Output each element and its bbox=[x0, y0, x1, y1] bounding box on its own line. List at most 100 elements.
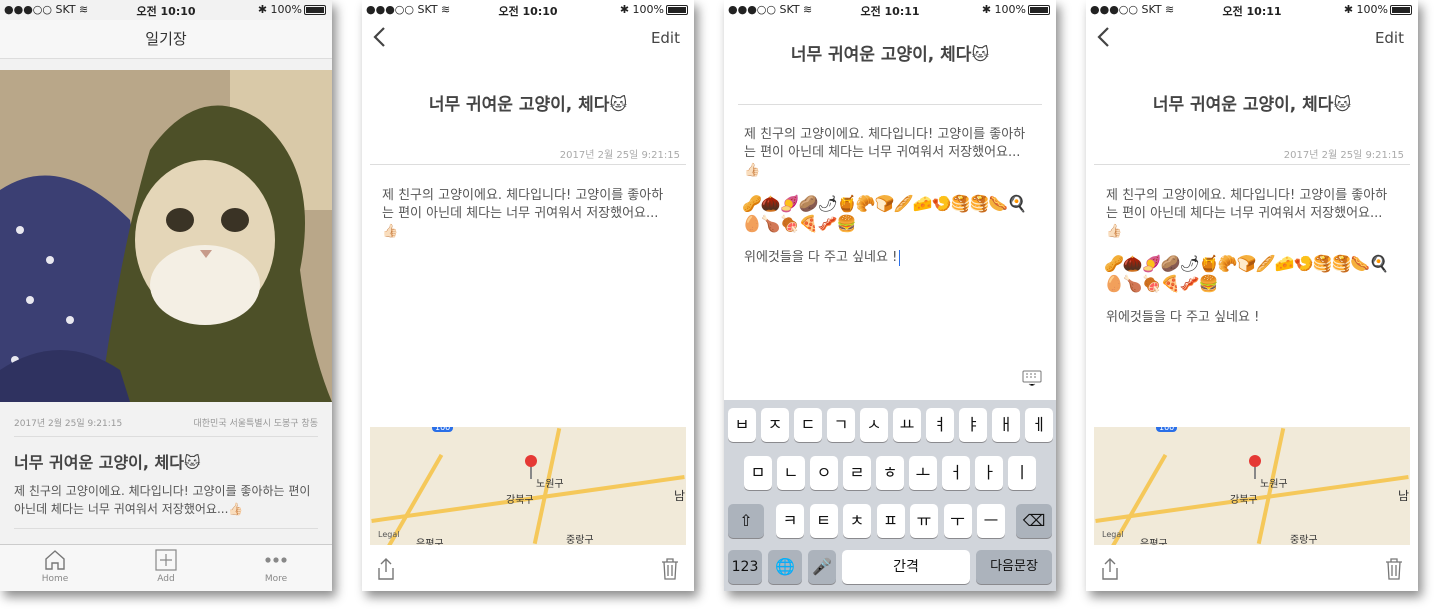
route-badge: 100 bbox=[432, 427, 454, 432]
entry-date: 2017년 2월 25일 9:21:15 bbox=[14, 419, 123, 429]
keyboard-key[interactable]: ㅌ bbox=[809, 504, 838, 538]
navigation-bar: 일기장 bbox=[0, 20, 332, 59]
keyboard-key[interactable]: ㄴ bbox=[777, 456, 805, 490]
keyboard-key[interactable]: ㅋ bbox=[776, 504, 804, 538]
extra-text-line[interactable]: 위에것들을 다 주고 싶네요 ! bbox=[744, 246, 901, 266]
space-key[interactable]: 간격 bbox=[842, 550, 970, 584]
keyboard-key[interactable]: ㅗ bbox=[909, 456, 937, 490]
bottom-toolbar bbox=[1086, 545, 1418, 591]
map-legal-link[interactable]: Legal bbox=[378, 530, 399, 539]
keyboard-key[interactable]: ㅁ bbox=[744, 456, 772, 490]
diary-list-screen: ●●●○○ SKT ≋ 오전 10:10 ✱ 100% 일기장 2017년 2월… bbox=[0, 0, 332, 591]
diary-detail-screen: ●●●○○ SKT ≋ 오전 10:10 ✱ 100% Edit 너무 귀여운 … bbox=[362, 0, 694, 591]
title-field[interactable]: 너무 귀여운 고양이, 체다🐱 bbox=[724, 40, 1056, 65]
keyboard-key[interactable]: ㅇ bbox=[810, 456, 838, 490]
entry-date: 2017년 2월 25일 9:21:15 bbox=[559, 150, 680, 161]
back-chevron-icon[interactable] bbox=[370, 24, 392, 50]
microphone-icon: 🎤 bbox=[812, 557, 832, 576]
entry-title: 너무 귀여운 고양이, 체다🐱 bbox=[1152, 95, 1352, 115]
status-bar: ●●●○○ SKT ≋ 오전 10:11 ✱ 100% bbox=[1086, 0, 1418, 20]
keyboard-key[interactable]: ㅏ bbox=[975, 456, 1003, 490]
keyboard-key[interactable]: ㅈ bbox=[761, 408, 789, 442]
backspace-key[interactable]: ⌫ bbox=[1016, 504, 1052, 538]
keyboard-key[interactable]: ㅠ bbox=[910, 504, 938, 538]
keyboard-key[interactable]: ㅊ bbox=[843, 504, 871, 538]
status-bar: ●●●○○ SKT ≋ 오전 10:11 ✱ 100% bbox=[724, 0, 1056, 20]
keyboard-key[interactable]: ㅑ bbox=[959, 408, 987, 442]
keyboard-key[interactable]: ㅂ bbox=[728, 408, 756, 442]
edit-button[interactable]: Edit bbox=[1375, 29, 1404, 47]
navigation-bar: Edit bbox=[362, 20, 694, 58]
navigation-bar: Edit bbox=[1086, 20, 1418, 58]
diary-saved-detail-screen: ●●●○○ SKT ≋ 오전 10:11 ✱ 100% Edit 너무 귀여운 … bbox=[1086, 0, 1418, 591]
status-bar: ●●●○○ SKT ≋ 오전 10:10 ✱ 100% bbox=[0, 0, 332, 20]
trash-icon[interactable] bbox=[660, 557, 680, 581]
keyboard-key[interactable]: ㅓ bbox=[942, 456, 970, 490]
entry-excerpt[interactable]: 제 친구의 고양이에요. 체다입니다! 고양이를 좋아하는 편이 아닌데 체다는… bbox=[14, 482, 314, 518]
share-icon[interactable] bbox=[376, 557, 396, 581]
tab-bar: Home Add More bbox=[0, 544, 332, 591]
numbers-key[interactable]: 123 bbox=[728, 550, 762, 584]
battery-icon bbox=[304, 5, 326, 15]
ellipsis-icon bbox=[265, 557, 287, 563]
keyboard-key[interactable]: ㅕ bbox=[926, 408, 954, 442]
keyboard-key[interactable]: ㄷ bbox=[794, 408, 822, 442]
globe-icon: 🌐 bbox=[775, 557, 795, 576]
keyboard-key[interactable]: ㅜ bbox=[943, 504, 972, 538]
korean-keyboard: ㅂㅈㄷㄱㅅㅛㅕㅑㅐㅔ ㅁㄴㅇㄹㅎㅗㅓㅏㅣ ⇧ ㅋㅌㅊㅍㅠㅜㅡ ⌫ 123 🌐 🎤… bbox=[724, 400, 1056, 591]
keyboard-key[interactable]: ㅡ bbox=[977, 504, 1005, 538]
extra-text-line: 위에것들을 다 주고 싶네요 ! bbox=[1106, 310, 1260, 325]
divider bbox=[370, 164, 686, 165]
shift-key[interactable]: ⇧ bbox=[728, 504, 764, 538]
keyboard-key[interactable]: ㅎ bbox=[876, 456, 904, 490]
status-bar: ●●●○○ SKT ≋ 오전 10:10 ✱ 100% bbox=[362, 0, 694, 20]
map-pin-icon[interactable] bbox=[525, 455, 537, 467]
map-pin-icon[interactable] bbox=[1249, 455, 1261, 467]
text-cursor bbox=[899, 249, 901, 266]
divider bbox=[738, 104, 1042, 105]
route-badge: 100 bbox=[1156, 427, 1178, 432]
divider bbox=[1094, 164, 1410, 165]
keyboard-key[interactable]: ㅍ bbox=[876, 504, 905, 538]
globe-key[interactable]: 🌐 bbox=[768, 550, 802, 584]
battery-icon bbox=[1028, 5, 1050, 15]
back-chevron-icon[interactable] bbox=[1094, 24, 1116, 50]
keyboard-key[interactable]: ㄹ bbox=[843, 456, 871, 490]
keyboard-key[interactable]: ㅔ bbox=[1025, 408, 1053, 442]
emoji-line: 🥜🌰🍠🥔🌶🍯🥐🍞🥖🧀🍤🥞🥞🌭🍳🥚🍗🍖🍕🥓🍔 bbox=[1104, 254, 1389, 293]
tab-add[interactable]: Add bbox=[136, 549, 196, 584]
microphone-key[interactable]: 🎤 bbox=[808, 550, 836, 584]
map-legal-link[interactable]: Legal bbox=[1102, 530, 1123, 539]
entry-photo[interactable] bbox=[0, 70, 332, 402]
trash-icon[interactable] bbox=[1384, 557, 1404, 581]
entry-body: 제 친구의 고양이에요. 체다입니다! 고양이를 좋아하는 편이 아닌데 체다는… bbox=[1106, 188, 1388, 239]
tab-home[interactable]: Home bbox=[25, 549, 85, 584]
body-text-area[interactable]: 제 친구의 고양이에요. 체다입니다! 고양이를 좋아하는 편이 아닌데 체다는… bbox=[744, 126, 1034, 180]
keyboard-key[interactable]: ㅣ bbox=[1008, 456, 1036, 490]
tab-more[interactable]: More bbox=[246, 549, 306, 584]
return-key[interactable]: 다음문장 bbox=[976, 550, 1052, 584]
plus-icon bbox=[155, 549, 177, 571]
keyboard-key[interactable]: ㅅ bbox=[860, 408, 888, 442]
share-icon[interactable] bbox=[1100, 557, 1120, 581]
battery-icon bbox=[1390, 5, 1412, 15]
entry-location: 대한민국 서울특별시 도봉구 창동 bbox=[193, 419, 318, 429]
diary-edit-screen: ●●●○○ SKT ≋ 오전 10:11 ✱ 100% 너무 귀여운 고양이, … bbox=[724, 0, 1056, 591]
keyboard-dismiss-icon[interactable] bbox=[1022, 370, 1042, 386]
divider bbox=[14, 528, 318, 529]
page-title: 일기장 bbox=[145, 30, 187, 48]
keyboard-key[interactable]: ㅛ bbox=[893, 408, 921, 442]
location-map[interactable]: 100 노원구 강북구 중랑구 은평구 남 Legal bbox=[1094, 427, 1410, 545]
battery-icon bbox=[666, 5, 688, 15]
location-map[interactable]: 100 노원구 강북구 중랑구 은평구 남 Legal bbox=[370, 427, 686, 545]
edit-button[interactable]: Edit bbox=[651, 29, 680, 47]
divider bbox=[14, 436, 318, 437]
keyboard-key[interactable]: ㅐ bbox=[992, 408, 1020, 442]
body-paragraph: 제 친구의 고양이에요. 체다입니다! 고양이를 좋아하는 편이 아닌데 체다는… bbox=[744, 127, 1026, 178]
entry-date: 2017년 2월 25일 9:21:15 bbox=[1283, 150, 1404, 161]
entry-body: 제 친구의 고양이에요. 체다입니다! 고양이를 좋아하는 편이 아닌데 체다는… bbox=[382, 188, 664, 239]
bottom-toolbar bbox=[362, 545, 694, 591]
cat-photo-icon bbox=[0, 70, 332, 402]
keyboard-key[interactable]: ㄱ bbox=[827, 408, 855, 442]
entry-title[interactable]: 너무 귀여운 고양이, 체다🐱 bbox=[14, 449, 201, 473]
